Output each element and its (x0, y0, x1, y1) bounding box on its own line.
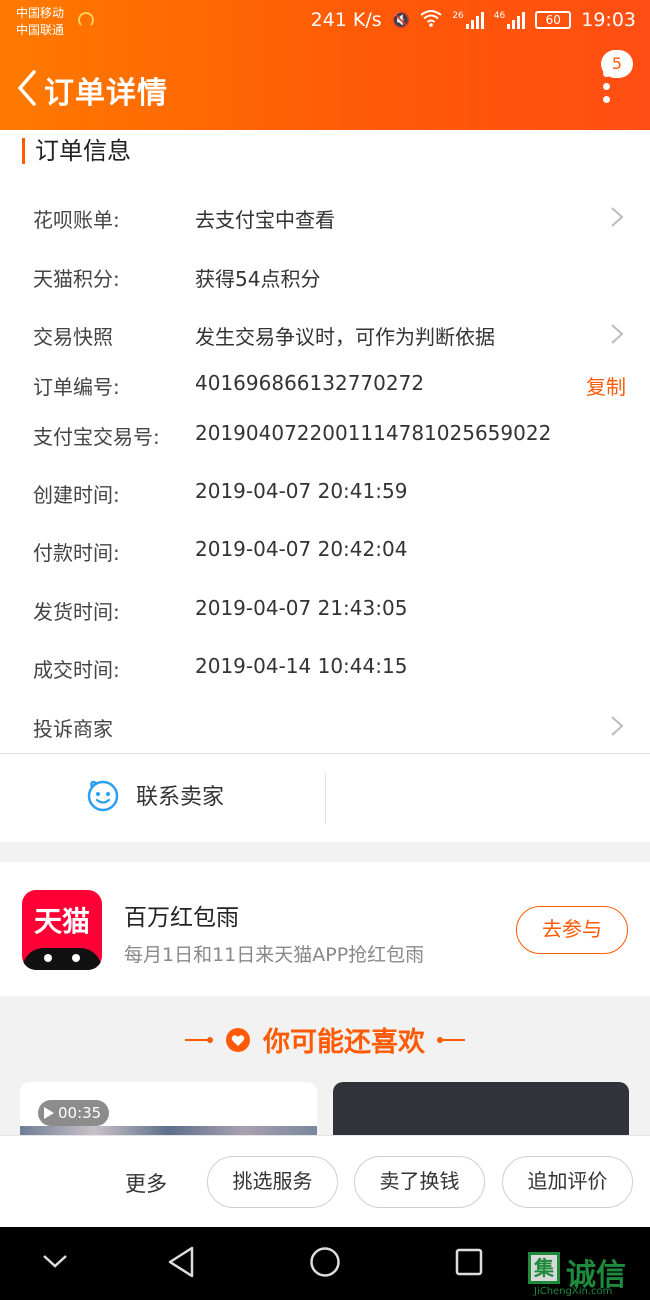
row-complain-seller[interactable]: 投诉商家 (0, 705, 650, 745)
product-card[interactable] (333, 1082, 629, 1142)
resell-button[interactable]: 卖了换钱 (354, 1156, 485, 1208)
row-order-number: 订单编号: 401696866132770272 复制 (0, 363, 650, 403)
row-value: 获得54点积分 (195, 267, 321, 291)
nav-header: 订单详情 5 (0, 50, 650, 124)
row-value: 2019-04-14 10:44:15 (195, 654, 408, 678)
heart-icon (226, 1027, 250, 1052)
chat-smile-icon (87, 780, 119, 812)
select-service-button[interactable]: 挑选服务 (207, 1156, 338, 1208)
watermark-logo: 集 诚信 JiChengXin.com (528, 1250, 646, 1298)
row-huabei-bill[interactable]: 花呗账单: 去支付宝中查看 (0, 196, 650, 236)
order-info-section: 订单信息 花呗账单: 去支付宝中查看 天猫积分: 获得54点积分 交易快照 发生… (0, 130, 650, 753)
row-label: 订单编号: (33, 375, 120, 399)
bottom-action-bar: 更多 挑选服务 卖了换钱 追加评价 (0, 1135, 650, 1227)
copy-button[interactable]: 复制 (586, 371, 626, 400)
video-duration-badge: 00:35 (38, 1100, 110, 1126)
signal-icon-2: 46 (493, 11, 526, 29)
row-tmall-points: 天猫积分: 获得54点积分 (0, 255, 650, 295)
carrier-1: 中国移动 (16, 6, 65, 20)
network-type-2: 46 (493, 11, 506, 21)
row-value: 发生交易争议时，可作为判断依据 (195, 325, 495, 349)
battery-icon: 60 (535, 11, 572, 29)
row-value: 2019-04-07 20:42:04 (195, 537, 408, 561)
app-header-background: 中国移动 中国联通 241 K/s 🔇 26 46 60 19:03 订单详情 … (0, 0, 650, 130)
row-alipay-trade-no: 支付宝交易号: 2019040722001114781025659022 (0, 413, 650, 453)
row-value: 2019-04-07 20:41:59 (195, 479, 408, 503)
promo-banner: 天猫 百万红包雨 每月1日和11日来天猫APP抢红包雨 去参与 (0, 862, 650, 996)
row-trade-snapshot[interactable]: 交易快照 发生交易争议时，可作为判断依据 (0, 313, 650, 353)
recommend-header: 你可能还喜欢 (0, 1020, 650, 1059)
more-button[interactable]: 更多 (125, 1168, 167, 1198)
row-label: 投诉商家 (33, 717, 113, 741)
status-bar: 中国移动 中国联通 241 K/s 🔇 26 46 60 19:03 (0, 0, 650, 44)
recommend-title: 你可能还喜欢 (263, 1027, 425, 1058)
network-type-1: 26 (452, 11, 464, 21)
row-label: 创建时间: (33, 483, 120, 507)
row-label: 支付宝交易号: (33, 425, 160, 449)
chevron-right-icon (611, 716, 624, 736)
row-completed-time: 成交时间: 2019-04-14 10:44:15 (0, 646, 650, 686)
recents-square-icon[interactable] (454, 1247, 484, 1277)
video-duration: 00:35 (58, 1104, 102, 1122)
row-label: 付款时间: (33, 541, 120, 565)
tmall-logo-text: 天猫 (33, 905, 90, 938)
row-label: 成交时间: (33, 658, 120, 682)
row-label: 发货时间: (33, 600, 120, 624)
contact-seller-label: 联系卖家 (136, 785, 225, 810)
wifi-icon (420, 9, 442, 31)
row-value: 去支付宝中查看 (195, 208, 335, 232)
vertical-divider (325, 774, 326, 824)
watermark-sub: JiChengXin.com (534, 1286, 613, 1297)
headset-icon (78, 12, 94, 28)
tmall-cat-icon (22, 948, 102, 970)
contact-seller-button[interactable]: 联系卖家 (86, 778, 224, 812)
promo-subtitle: 每月1日和11日来天猫APP抢红包雨 (124, 944, 425, 966)
network-speed: 241 K/s (310, 9, 382, 31)
row-value: 2019040722001114781025659022 (195, 421, 552, 445)
watermark-box: 集 (528, 1252, 560, 1284)
clock: 19:03 (581, 9, 636, 31)
mute-icon: 🔇 (391, 11, 411, 29)
play-icon (44, 1107, 54, 1119)
row-label: 天猫积分: (33, 267, 120, 291)
decor-line-right (437, 1036, 465, 1043)
row-paid-time: 付款时间: 2019-04-07 20:42:04 (0, 529, 650, 569)
home-circle-icon[interactable] (309, 1245, 341, 1279)
page-title: 订单详情 (44, 76, 168, 111)
chevron-right-icon (611, 324, 624, 344)
signal-icon-1: 26 (452, 11, 484, 29)
chevron-down-icon[interactable] (42, 1253, 68, 1269)
chevron-right-icon (611, 207, 624, 227)
add-review-button[interactable]: 追加评价 (502, 1156, 633, 1208)
row-label: 花呗账单: (33, 208, 120, 232)
contact-bar: 联系卖家 (0, 754, 650, 842)
decor-line-left (185, 1036, 213, 1043)
row-created-time: 创建时间: 2019-04-07 20:41:59 (0, 471, 650, 511)
row-shipped-time: 发货时间: 2019-04-07 21:43:05 (0, 588, 650, 628)
section-title: 订单信息 (22, 138, 131, 164)
back-triangle-icon[interactable] (166, 1245, 196, 1279)
notification-badge: 5 (601, 50, 633, 78)
row-value: 2019-04-07 21:43:05 (195, 596, 408, 620)
join-button[interactable]: 去参与 (516, 906, 628, 954)
product-card[interactable]: 00:35 (20, 1082, 317, 1142)
row-label: 交易快照 (33, 325, 113, 349)
tmall-logo: 天猫 (22, 890, 102, 970)
carrier-info: 中国移动 中国联通 (16, 5, 64, 39)
row-value: 401696866132770272 (195, 371, 425, 395)
carrier-2: 中国联通 (16, 23, 65, 37)
status-right: 241 K/s 🔇 26 46 60 19:03 (311, 9, 636, 31)
promo-title: 百万红包雨 (124, 905, 239, 931)
